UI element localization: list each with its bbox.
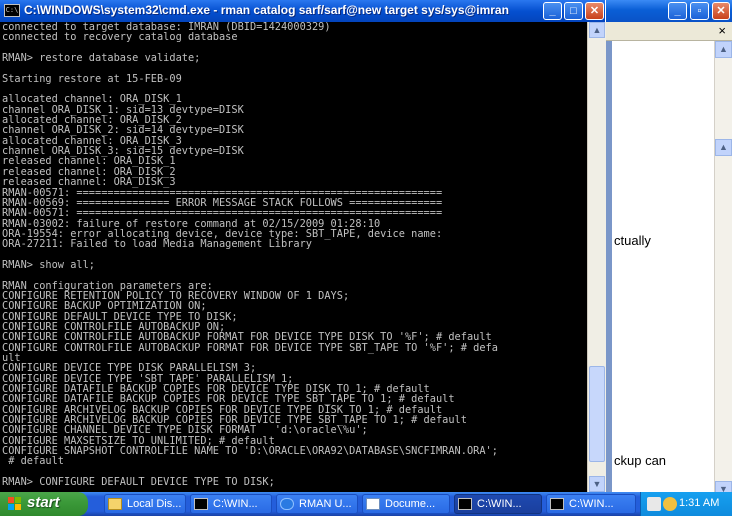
minimize-icon[interactable]: _ [668,2,687,20]
console-line: RMAN> show all; [2,258,95,271]
task-label: C:\WIN... [569,498,614,510]
background-text-fragment-1: ctually [614,233,651,248]
minimize-icon[interactable]: _ [543,2,562,20]
document-icon [366,498,380,510]
console-line: CONFIGURE CONTROLFILE AUTOBACKUP FORMAT … [2,341,498,354]
task-label: Local Dis... [127,498,182,510]
console-icon [550,498,564,510]
maximize-icon[interactable]: □ [564,2,583,20]
task-cmd-1[interactable]: C:\WIN... [190,494,272,514]
taskbar: start Local Dis... C:\WIN... RMAN U... D… [0,492,732,516]
background-text-fragment-2: ckup can [614,453,667,468]
folder-icon [108,498,122,510]
background-window[interactable]: _ ▫ ✕ × ctually ckup can ▲ ▲ ▼ [606,0,732,498]
console-icon[interactable]: C:\ [4,4,20,17]
console-line: RMAN-00571: ============================… [2,207,443,220]
cmd-scrollbar[interactable]: ▲ ▼ [587,22,606,492]
system-tray: 1:31 AM [640,492,732,516]
browser-icon [280,498,294,510]
console-line: connected to recovery catalog database [2,31,238,44]
scroll-up-icon[interactable]: ▲ [715,41,732,58]
network-icon[interactable] [647,497,661,511]
console-line: Starting restore at 15-FEB-09 [2,72,182,85]
scroll-up-icon[interactable]: ▲ [589,22,605,38]
task-label: C:\WIN... [477,498,522,510]
task-label: C:\WIN... [213,498,258,510]
task-local-disk[interactable]: Local Dis... [104,494,186,514]
windows-logo-icon [8,497,22,511]
console-line: # default [2,455,64,468]
console-line: RMAN> restore database validate; [2,52,201,65]
task-cmd-3[interactable]: C:\WIN... [546,494,636,514]
start-label: start [27,494,60,511]
close-icon[interactable]: ✕ [712,2,730,20]
console-icon [194,498,208,510]
clock[interactable]: 1:31 AM [679,497,719,509]
left-pane-edge [606,41,612,492]
background-window-title-bar[interactable]: _ ▫ ✕ [606,0,732,22]
task-label: RMAN U... [299,498,352,510]
scroll-up-icon[interactable]: ▲ [715,139,732,156]
background-window-menubar: × [606,22,732,41]
background-scrollbar[interactable]: ▲ ▲ ▼ [714,41,732,498]
scroll-down-icon[interactable]: ▼ [589,476,605,492]
menubar-close-icon[interactable]: × [718,23,726,38]
task-rman-browser[interactable]: RMAN U... [276,494,358,514]
close-icon[interactable]: ✕ [585,2,604,20]
restore-icon[interactable]: ▫ [690,2,709,20]
task-label: Docume... [385,498,436,510]
cmd-title-bar[interactable]: C:\ C:\WINDOWS\system32\cmd.exe - rman c… [0,0,605,22]
console-line: released channel: ORA_DISK_3 [2,176,176,189]
console-icon [458,498,472,510]
task-documents[interactable]: Docume... [362,494,450,514]
cmd-window-title: C:\WINDOWS\system32\cmd.exe - rman catal… [24,3,509,17]
console-line: ORA-27211: Failed to load Media Manageme… [2,238,312,251]
scrollbar-thumb[interactable] [589,366,605,462]
start-button[interactable]: start [0,492,88,516]
cmd-window[interactable]: C:\ C:\WINDOWS\system32\cmd.exe - rman c… [0,0,606,492]
console-line: RMAN> CONFIGURE DEFAULT DEVICE TYPE TO D… [2,476,275,489]
console-line: CONFIGURE SNAPSHOT CONTROLFILE NAME TO '… [2,445,498,458]
speaker-icon[interactable] [663,497,677,511]
console-output[interactable]: connected to target database: IMRAN (DBI… [0,22,587,492]
task-cmd-2[interactable]: C:\WIN... [454,494,542,514]
